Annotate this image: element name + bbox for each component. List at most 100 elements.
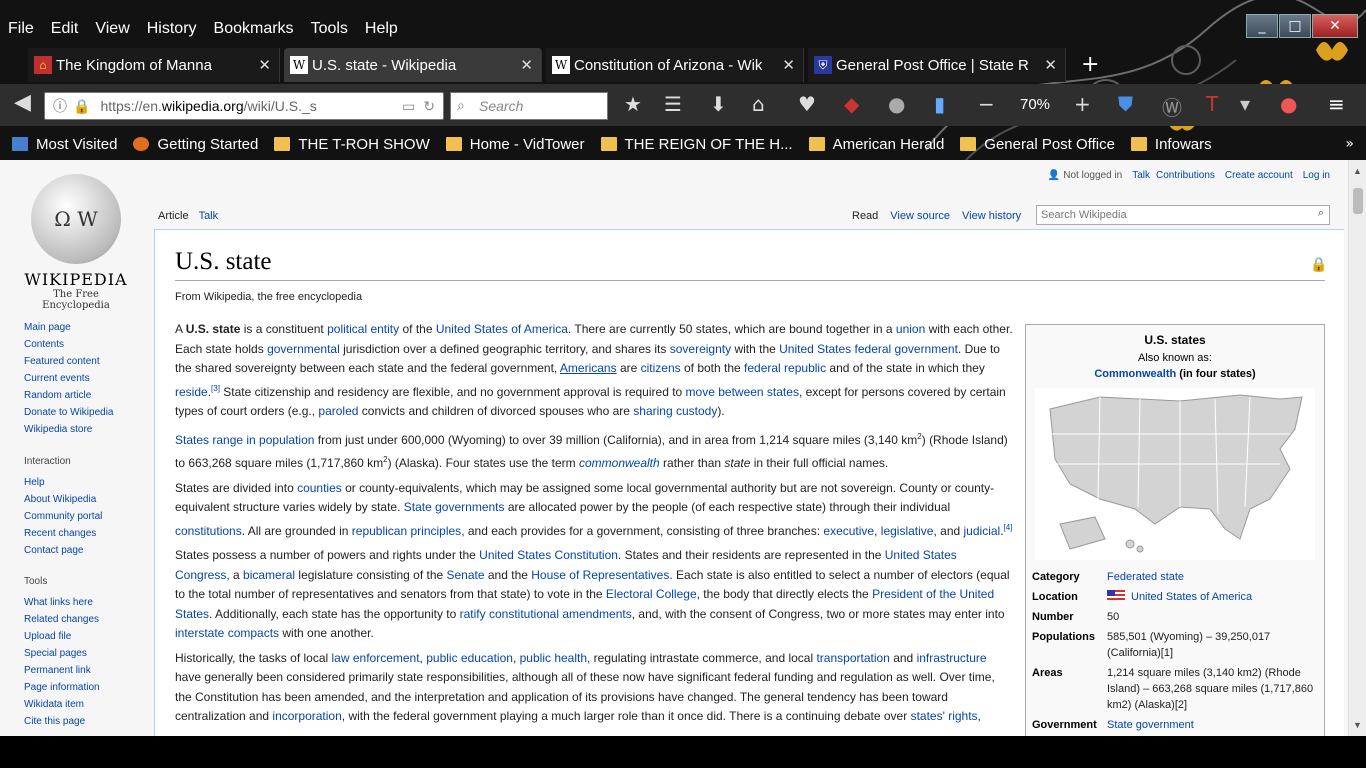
view-tabs: Read View source View history xyxy=(852,210,1033,222)
close-window-button[interactable]: ✕ xyxy=(1312,14,1358,38)
info-icon[interactable]: ⓘ xyxy=(53,96,67,116)
menu-help[interactable]: Help xyxy=(365,20,398,38)
hamburger-menu-icon[interactable]: ≡ xyxy=(1328,92,1345,116)
sidebar-item-cite[interactable]: Cite this page xyxy=(24,716,100,733)
new-tab-icon[interactable]: + xyxy=(1081,52,1099,77)
menu-file[interactable]: File xyxy=(8,20,34,38)
ublock-icon[interactable]: ◆ xyxy=(844,92,859,116)
bookmark-american-herald[interactable]: American Herald xyxy=(808,136,944,153)
zoom-level[interactable]: 70% xyxy=(1020,96,1050,113)
bookmark-general-post-office[interactable]: General Post Office xyxy=(960,136,1115,153)
reload-icon[interactable]: ↻ xyxy=(423,98,435,115)
sidebar-item-community[interactable]: Community portal xyxy=(24,511,102,528)
home-icon[interactable]: ⌂ xyxy=(752,92,765,116)
menu-edit[interactable]: Edit xyxy=(51,20,79,38)
maximize-button[interactable]: □ xyxy=(1279,14,1311,38)
tab-talk[interactable]: Talk xyxy=(199,210,219,222)
bookmark-vidtower[interactable]: Home - VidTower xyxy=(445,136,585,153)
extension-t-icon[interactable]: T xyxy=(1206,92,1218,116)
back-arrow-icon[interactable]: ◀ xyxy=(14,90,31,115)
bookmark-most-visited[interactable]: Most Visited xyxy=(12,136,117,153)
talk-link[interactable]: Talk xyxy=(1132,170,1150,181)
tab-constitution-arizona[interactable]: W Constitution of Arizona - Wik ✕ xyxy=(546,48,804,82)
close-tab-icon[interactable]: ✕ xyxy=(520,56,533,74)
sidebar-item-random[interactable]: Random article xyxy=(24,390,114,407)
page-scrollbar[interactable]: ▲ ▼ xyxy=(1348,160,1366,736)
sidebar-item-featured[interactable]: Featured content xyxy=(24,356,114,373)
menu-history[interactable]: History xyxy=(147,20,197,38)
create-account-link[interactable]: Create account xyxy=(1225,170,1293,181)
sidebar-item-wikidata[interactable]: Wikidata item xyxy=(24,699,100,716)
zoom-out-icon[interactable]: − xyxy=(978,92,995,116)
bookmark-getting-started[interactable]: Getting Started xyxy=(133,136,258,153)
folder-icon xyxy=(1130,137,1147,151)
pocket-icon[interactable]: ♥ xyxy=(798,92,816,116)
minimize-button[interactable]: _ xyxy=(1246,14,1278,38)
library-icon[interactable]: ☰ xyxy=(664,92,682,116)
sidebar-item-what-links-here[interactable]: What links here xyxy=(24,597,100,614)
sidebar-item-page-info[interactable]: Page information xyxy=(24,682,100,699)
sidebar-item-related-changes[interactable]: Related changes xyxy=(24,614,100,631)
tab-kingdom-of-manna[interactable]: ⌂ The Kingdom of Manna ✕ xyxy=(28,48,280,82)
sidebar-item-help[interactable]: Help xyxy=(24,477,102,494)
tab-read[interactable]: Read xyxy=(852,210,878,222)
tab-article[interactable]: Article xyxy=(158,210,189,222)
us-map-image xyxy=(1049,394,1303,553)
search-icon[interactable]: ⌕ xyxy=(1318,207,1324,220)
status-bar xyxy=(0,736,1366,768)
navigation-toolbar: ◀ ⓘ 🔒 https://en. wikipedia.org/wiki/U.S.… xyxy=(0,84,1366,126)
url-bar[interactable]: ⓘ 🔒 https://en. wikipedia.org/wiki/U.S._s… xyxy=(44,92,444,120)
login-link[interactable]: Log in xyxy=(1303,170,1330,181)
sidebar-item-donate[interactable]: Donate to Wikipedia xyxy=(24,407,114,424)
article-content: U.S. state 🔒 From Wikipedia, the free en… xyxy=(154,229,1344,736)
sidebar-item-upload[interactable]: Upload file xyxy=(24,631,100,648)
sidebar-item-contents[interactable]: Contents xyxy=(24,339,114,356)
sidebar-item-about[interactable]: About Wikipedia xyxy=(24,494,102,511)
sidebar-heading: Interaction xyxy=(24,456,71,467)
tab-view-history[interactable]: View history xyxy=(962,210,1021,222)
bookmark-reign[interactable]: THE REIGN OF THE H... xyxy=(600,136,793,153)
scroll-up-icon[interactable]: ▲ xyxy=(1353,166,1362,176)
folder-icon xyxy=(960,137,977,151)
close-tab-icon[interactable]: ✕ xyxy=(782,56,795,74)
wikipedia-logo[interactable]: Ω W WIKIPEDIA The Free Encyclopedia xyxy=(20,174,132,311)
contributions-link[interactable]: Contributions xyxy=(1156,170,1215,181)
duckduckgo-icon[interactable]: ● xyxy=(1280,92,1297,116)
wikipedia-search-input[interactable]: Search Wikipedia ⌕ xyxy=(1036,205,1330,225)
sidebar-item-current-events[interactable]: Current events xyxy=(24,373,114,390)
sidebar-item-recent-changes[interactable]: Recent changes xyxy=(24,528,102,545)
scroll-down-icon[interactable]: ▼ xyxy=(1353,720,1362,730)
close-tab-icon[interactable]: ✕ xyxy=(1044,56,1057,74)
infobox: U.S. states Also known as: Commonwealth … xyxy=(1025,324,1325,736)
sidebar-item-contact[interactable]: Contact page xyxy=(24,545,102,562)
shield-extension-icon[interactable]: ⛊ xyxy=(1118,92,1133,116)
extension-icon[interactable]: ● xyxy=(888,92,905,116)
extension-w-icon[interactable]: Ⓦ xyxy=(1162,92,1182,121)
search-input[interactable]: ⌕ Search xyxy=(450,92,608,120)
tab-us-state[interactable]: W U.S. state - Wikipedia ✕ xyxy=(284,48,542,82)
commonwealth-link[interactable]: Commonwealth xyxy=(1094,368,1176,380)
zoom-in-icon[interactable]: + xyxy=(1074,92,1091,116)
menu-view[interactable]: View xyxy=(95,20,129,38)
sidebar-item-permanent-link[interactable]: Permanent link xyxy=(24,665,100,682)
menu-bookmarks[interactable]: Bookmarks xyxy=(214,20,294,38)
bookmark-star-icon[interactable]: ★ xyxy=(624,92,642,116)
sidebar-item-store[interactable]: Wikipedia store xyxy=(24,424,114,441)
tab-general-post-office[interactable]: ⛨ General Post Office | State R ✕ xyxy=(808,48,1066,82)
bookmark-infowars[interactable]: Infowars xyxy=(1130,136,1212,153)
protection-lock-icon: 🔒 xyxy=(1310,256,1328,272)
extension-book-icon[interactable]: ▮ xyxy=(934,92,945,116)
dropdown-icon[interactable]: ▾ xyxy=(1240,92,1250,116)
sidebar-item-special-pages[interactable]: Special pages xyxy=(24,648,100,665)
tab-view-source[interactable]: View source xyxy=(890,210,950,222)
reader-view-icon[interactable]: ▭ xyxy=(402,98,415,115)
close-tab-icon[interactable]: ✕ xyxy=(258,56,271,74)
bookmark-t-roh-show[interactable]: THE T-ROH SHOW xyxy=(274,136,430,153)
bookmarks-overflow-icon[interactable]: » xyxy=(1345,136,1354,152)
menu-tools[interactable]: Tools xyxy=(311,20,348,38)
scrollbar-thumb[interactable] xyxy=(1353,188,1363,214)
us-states-map[interactable] xyxy=(1035,388,1315,560)
folder-icon xyxy=(808,137,825,151)
download-icon[interactable]: ⬇ xyxy=(710,92,727,116)
sidebar-item-main-page[interactable]: Main page xyxy=(24,322,114,339)
